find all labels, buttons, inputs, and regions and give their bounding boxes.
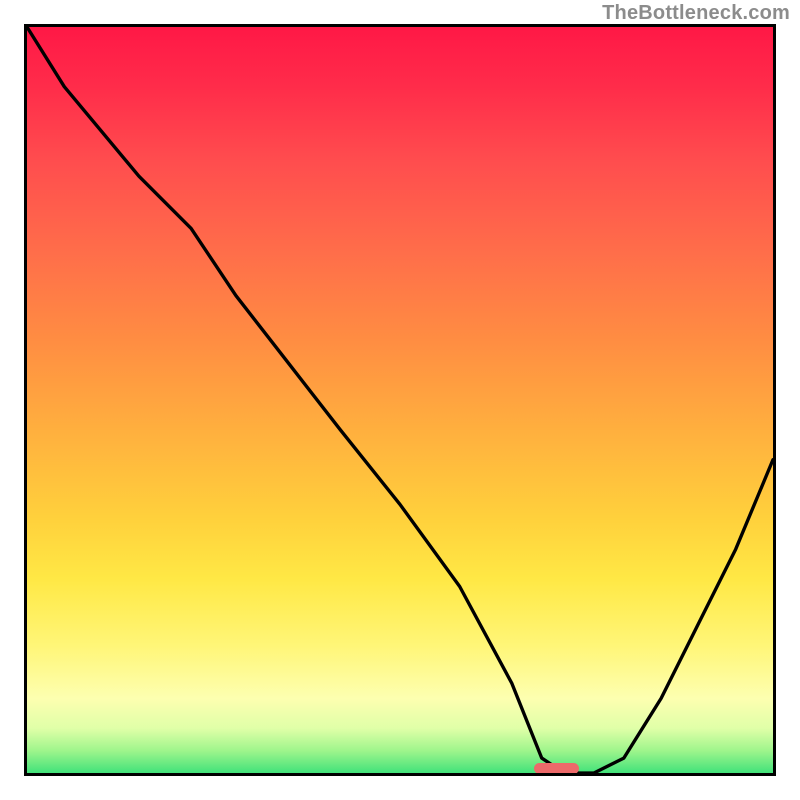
bottleneck-curve xyxy=(27,27,773,773)
plot-area xyxy=(24,24,776,776)
optimal-range-marker xyxy=(534,763,579,774)
curve-layer xyxy=(27,27,773,773)
watermark-text: TheBottleneck.com xyxy=(602,2,790,25)
bottleneck-chart: TheBottleneck.com xyxy=(0,0,800,800)
